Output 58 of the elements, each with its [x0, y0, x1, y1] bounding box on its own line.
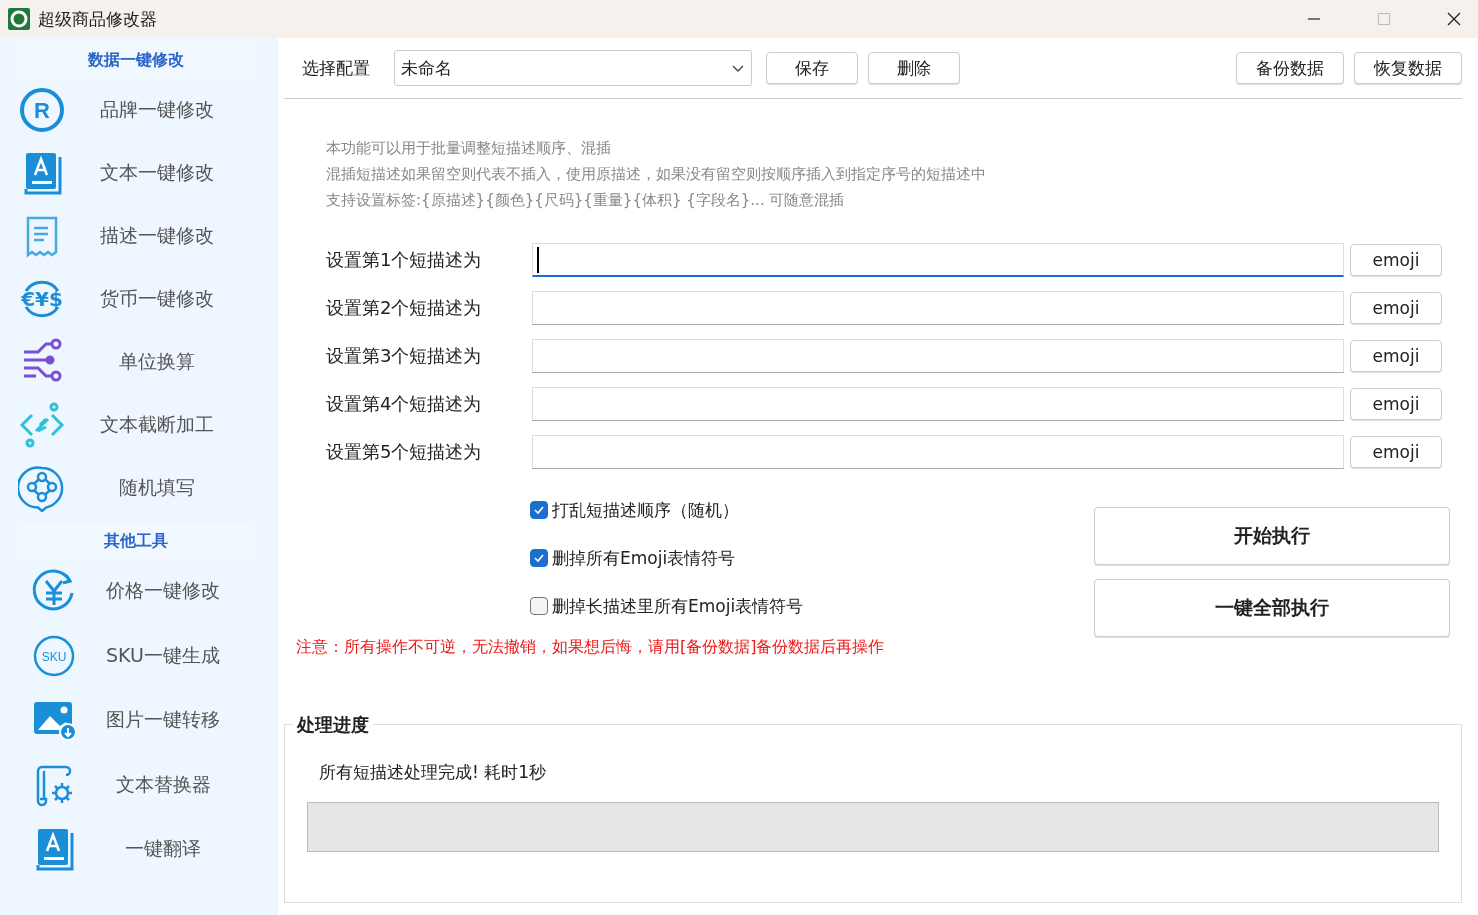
- sidebar-section-header: 其他工具: [18, 523, 254, 559]
- registered-icon: R: [18, 85, 66, 134]
- close-icon[interactable]: [1446, 11, 1462, 27]
- field-label: 设置第5个短描述为: [325, 440, 483, 464]
- sidebar-item[interactable]: 价格一键修改: [78, 578, 278, 605]
- check-icon: [533, 504, 545, 516]
- text-field[interactable]: [532, 339, 1344, 373]
- description-line: 支持设置标签:{原描述}{颜色}{尺码}{重量}{体积} {字段名}... 可随意混插: [326, 190, 846, 211]
- action-button[interactable]: 开始执行: [1094, 507, 1450, 565]
- field-label: 设置第1个短描述为: [325, 248, 483, 272]
- text-field[interactable]: [532, 243, 1344, 277]
- sidebar-item[interactable]: 随机填写: [66, 474, 278, 501]
- sidebar-item[interactable]: 文本替换器: [78, 771, 278, 798]
- description-line: 混插短描述如果留空则代表不插入，使用原描述，如果没有留空则按顺序插入到指定序号的短描述中: [326, 164, 987, 185]
- check-icon: [533, 552, 545, 564]
- text-field[interactable]: [532, 291, 1344, 325]
- config-dropdown[interactable]: 未命名: [394, 50, 752, 86]
- checkbox-label[interactable]: 打乱短描述顺序（随机）: [552, 498, 739, 522]
- warning-text: 注意：所有操作不可逆，无法撤销，如果想后悔，请用[备份数据]备份数据后再操作: [296, 637, 886, 658]
- chevron-down-icon[interactable]: [731, 63, 745, 73]
- emoji-button[interactable]: emoji: [1350, 292, 1442, 324]
- checkbox-label[interactable]: 删掉长描述里所有Emoji表情符号: [552, 594, 804, 618]
- sidebar-item[interactable]: 品牌一键修改: [66, 96, 278, 123]
- sidebar-item[interactable]: 货币一键修改: [66, 285, 278, 312]
- emoji-button[interactable]: emoji: [1350, 340, 1442, 372]
- action-button[interactable]: 一键全部执行: [1094, 579, 1450, 637]
- toolbar-button[interactable]: 删除: [868, 52, 960, 84]
- sidebar-item[interactable]: 描述一键修改: [66, 222, 278, 249]
- sidebar-item[interactable]: 图片一键转移: [78, 707, 278, 734]
- toolbar-button[interactable]: 恢复数据: [1354, 52, 1462, 84]
- sidebar-item[interactable]: 文本截断加工: [66, 411, 278, 438]
- emoji-button[interactable]: emoji: [1350, 244, 1442, 276]
- window-title: 超级商品修改器: [38, 7, 158, 31]
- checkbox-label[interactable]: 删掉所有Emoji表情符号: [552, 546, 736, 570]
- group-title: 处理进度: [293, 713, 373, 737]
- field-label: 设置第4个短描述为: [325, 392, 483, 416]
- text-field[interactable]: [532, 435, 1344, 469]
- nodes-bubble-icon: [18, 463, 66, 512]
- checkbox[interactable]: [530, 597, 548, 615]
- field-label: 设置第2个短描述为: [325, 296, 483, 320]
- toolbar-button[interactable]: 备份数据: [1236, 52, 1344, 84]
- field-label: 设置第3个短描述为: [325, 344, 483, 368]
- config-label: 选择配置: [302, 56, 370, 80]
- sidebar-item[interactable]: SKU一键生成: [78, 642, 278, 669]
- sidebar-section-header: 数据一键修改: [18, 42, 254, 78]
- status-text: 所有短描述处理完成! 耗时1秒: [319, 761, 548, 784]
- description-line: 本功能可以用于批量调整短描述顺序、混插: [326, 138, 612, 159]
- code-link-icon: [18, 400, 66, 449]
- emoji-button[interactable]: emoji: [1350, 388, 1442, 420]
- emoji-button[interactable]: emoji: [1350, 436, 1442, 468]
- checkbox[interactable]: [530, 501, 548, 519]
- sidebar-item[interactable]: 单位换算: [66, 348, 278, 375]
- app-logo-icon: [8, 8, 30, 30]
- checkbox[interactable]: [530, 549, 548, 567]
- sidebar-item[interactable]: 一键翻译: [78, 836, 278, 863]
- sidebar-item[interactable]: 文本一键修改: [66, 159, 278, 186]
- toolbar-button[interactable]: 保存: [766, 52, 858, 84]
- text-field[interactable]: [532, 387, 1344, 421]
